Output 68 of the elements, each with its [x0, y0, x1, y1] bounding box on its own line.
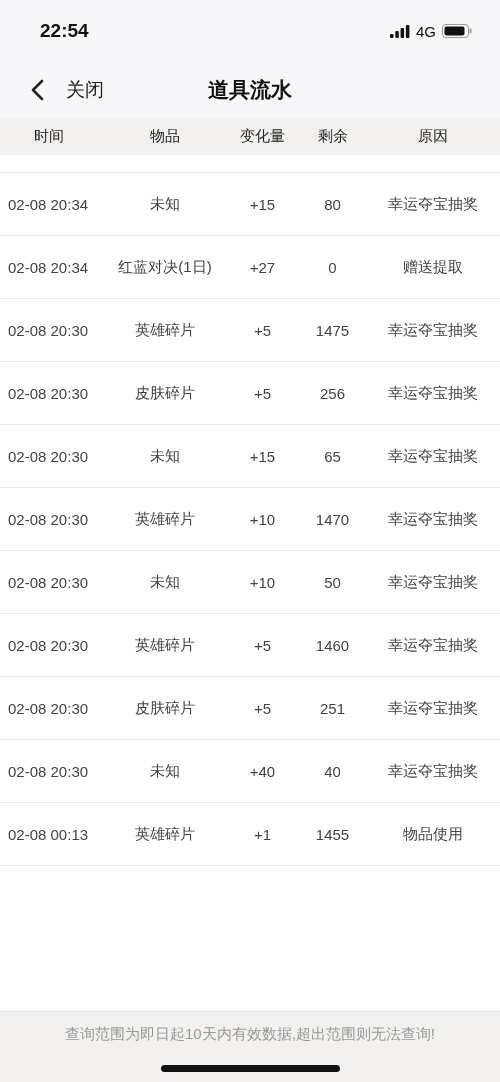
table-cell-text: 02-08 20:30	[7, 510, 90, 528]
table-cell-text: 02-08 20:30	[7, 447, 90, 465]
column-header: 剩余	[316, 127, 349, 146]
table-cell-text: 40	[323, 762, 342, 780]
table-cell-text: 物品使用	[401, 824, 464, 844]
table-cell-text: 未知	[149, 572, 181, 592]
table-cell-text: 0	[327, 258, 338, 276]
column-header: 变化量	[239, 127, 286, 146]
table-cell-text: 1470	[314, 510, 351, 528]
network-label: 4G	[416, 22, 436, 40]
notice-text: 查询范围为即日起10天内有效数据,超出范围则无法查询!	[64, 1025, 436, 1044]
table-cell-text: 赠送提取	[401, 257, 464, 277]
table-cell-text: 02-08 20:34	[7, 258, 90, 276]
table-cell-text: +10	[248, 510, 277, 528]
table-cell-text: 幸运夺宝抽奖	[386, 572, 479, 592]
table-cell-text: 02-08 20:30	[7, 762, 90, 780]
table-cell-text: +27	[248, 258, 277, 276]
table-cell-text: 未知	[149, 761, 181, 781]
column-header: 物品	[149, 127, 181, 146]
table-cell-text: 幸运夺宝抽奖	[386, 383, 479, 403]
table-cell-text: 幸运夺宝抽奖	[386, 635, 479, 655]
table-cell-text: 02-08 20:30	[7, 384, 90, 402]
table-cell-text: 幸运夺宝抽奖	[386, 698, 479, 718]
table-cell-text: 幸运夺宝抽奖	[386, 446, 479, 466]
table-cell-text: 02-08 20:30	[7, 636, 90, 654]
table-cell-text: +10	[248, 573, 277, 591]
table-cell-text: +1	[252, 825, 273, 843]
table-cell-text: 65	[323, 447, 342, 465]
table-cell-text: +40	[248, 762, 277, 780]
table-cell-text: 1460	[314, 636, 351, 654]
table-cell-text: 1455	[314, 825, 351, 843]
table-cell-text: +5	[252, 321, 273, 339]
table-cell-text: +5	[252, 699, 273, 717]
table-cell-text: 未知	[149, 446, 181, 466]
table-cell-text: 50	[323, 573, 342, 591]
table-cell-text: 02-08 20:30	[7, 699, 90, 717]
table-cell-text: 幸运夺宝抽奖	[386, 194, 479, 214]
clock-time: 22:54	[40, 20, 89, 42]
table-cell-text: 未知	[149, 194, 181, 214]
table-cell-text: 幸运夺宝抽奖	[386, 320, 479, 340]
close-button[interactable]: 关闭	[0, 77, 104, 103]
table-cell-text: 80	[323, 195, 342, 213]
table-cell-text: 英雄碎片	[134, 509, 196, 529]
table-cell-text: 幸运夺宝抽奖	[386, 761, 479, 781]
back-chevron-icon	[30, 79, 44, 101]
column-header: 原因	[416, 127, 449, 146]
table-cell-text: 02-08 20:30	[7, 573, 90, 591]
table-cell-text: 02-08 20:34	[7, 195, 90, 213]
table-cell-text: 皮肤碎片	[134, 698, 196, 718]
page-title: 道具流水	[208, 78, 292, 101]
table-cell-text: 英雄碎片	[134, 824, 196, 844]
table-cell-text: 红蓝对决(1日)	[117, 257, 213, 277]
table-cell-text: +15	[248, 447, 277, 465]
table-cell-text: +15	[248, 195, 277, 213]
table-cell-text: 02-08 20:30	[7, 321, 90, 339]
table-cell-text: 英雄碎片	[134, 320, 196, 340]
table-cell-text: 皮肤碎片	[134, 383, 196, 403]
table-cell-text: +5	[252, 636, 273, 654]
table-cell-text: 251	[319, 699, 346, 717]
column-header: 时间	[33, 127, 65, 146]
signal-icon	[390, 24, 410, 38]
table-cell-text: 02-08 00:13	[7, 825, 90, 843]
table-cell-text: 英雄碎片	[134, 635, 196, 655]
battery-icon	[442, 24, 472, 38]
table-cell-text: 256	[319, 384, 346, 402]
table-cell-text: +5	[252, 384, 273, 402]
table-cell-text: 1475	[314, 321, 351, 339]
table-cell-text: 幸运夺宝抽奖	[386, 509, 479, 529]
